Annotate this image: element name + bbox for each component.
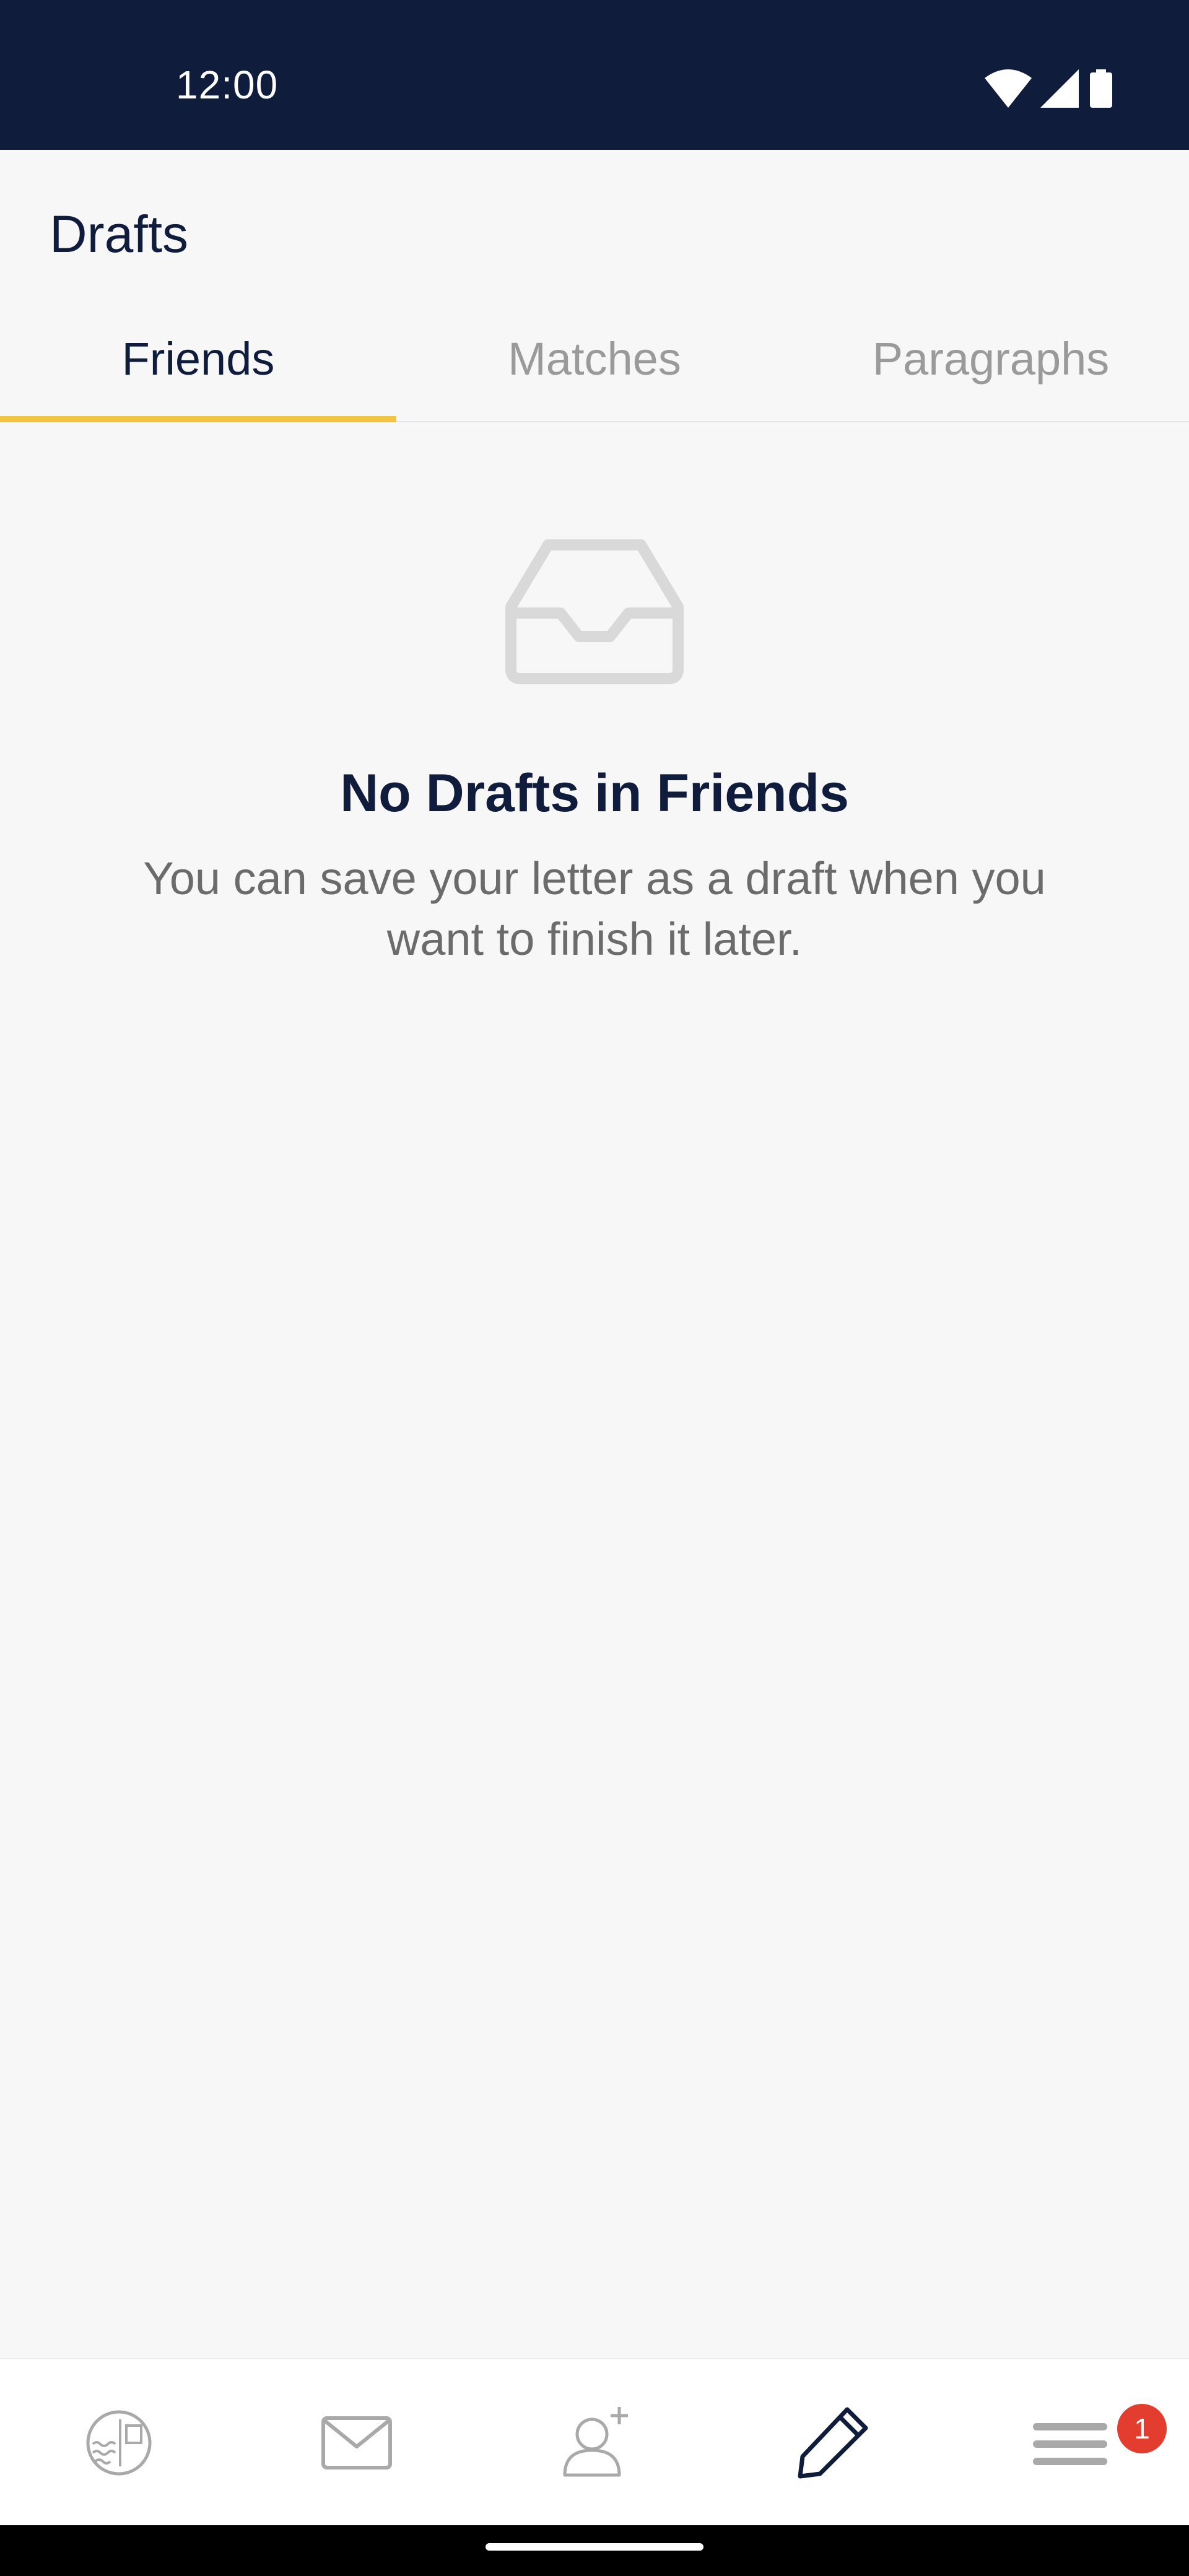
- nav-menu[interactable]: 1: [951, 2359, 1189, 2526]
- active-tab-indicator: [0, 416, 396, 422]
- wifi-icon: [985, 69, 1032, 108]
- inbox-icon: [505, 539, 684, 684]
- battery-icon: [1090, 69, 1112, 108]
- empty-state-description: You can save your letter as a draft when…: [143, 853, 1046, 965]
- nav-drafts[interactable]: [713, 2359, 951, 2526]
- page-title: Drafts: [50, 205, 189, 263]
- envelope-icon: [321, 2416, 392, 2469]
- nav-letters[interactable]: [238, 2359, 476, 2526]
- nav-find-friends[interactable]: [476, 2359, 713, 2526]
- tab-bar: Friends Matches Paragraphs: [0, 322, 1189, 422]
- status-icons: [985, 69, 1133, 113]
- status-time: 12:00: [176, 63, 279, 107]
- pencil-icon: [798, 2407, 868, 2479]
- add-person-icon: [563, 2407, 628, 2477]
- cellular-signal-icon: [1040, 69, 1079, 108]
- nav-postcards[interactable]: [0, 2359, 238, 2526]
- postcard-stamp-icon: [86, 2410, 152, 2476]
- tab-paragraphs[interactable]: Paragraphs: [793, 322, 1189, 421]
- notification-badge: 1: [1117, 2404, 1167, 2453]
- bottom-navigation: 1: [0, 2358, 1189, 2526]
- tab-friends[interactable]: Friends: [0, 322, 396, 421]
- tab-matches[interactable]: Matches: [396, 322, 793, 421]
- empty-state-title: No Drafts in Friends: [340, 764, 849, 823]
- home-gesture-handle[interactable]: [486, 2543, 703, 2551]
- status-bar: 12:00: [0, 0, 1189, 150]
- system-navigation-bar: [0, 2525, 1189, 2576]
- menu-icon: [1033, 2423, 1107, 2465]
